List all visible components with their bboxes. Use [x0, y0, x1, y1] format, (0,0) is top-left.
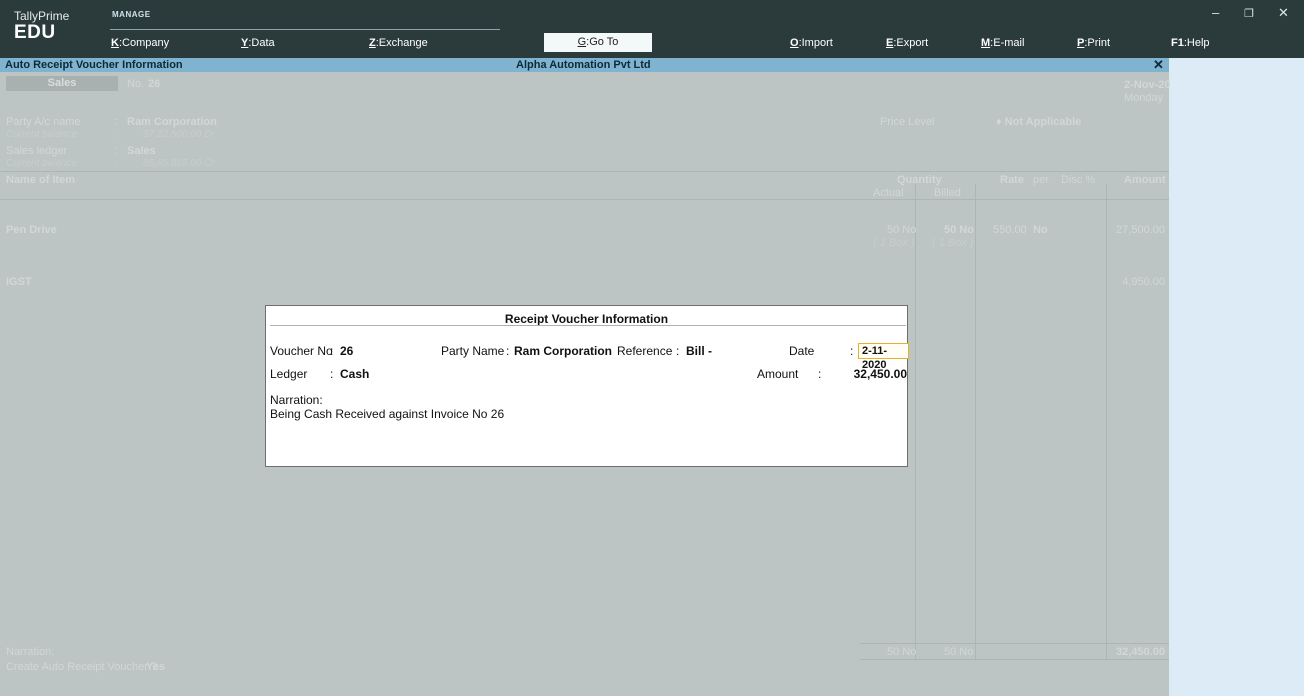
amount-field-label: Amount — [757, 367, 799, 381]
party-balance-label: Current balance — [6, 129, 78, 140]
item-billed: 50 No — [944, 224, 974, 236]
menu-goto[interactable]: G:Go To — [544, 33, 652, 52]
col-rate: Rate — [1000, 174, 1024, 186]
party-label: Party A/c name — [6, 116, 81, 128]
ledger-field-label: Ledger — [270, 367, 308, 381]
ledger-field[interactable]: Cash — [340, 367, 369, 381]
narration-field[interactable]: Being Cash Received against Invoice No 2… — [270, 407, 504, 421]
voucher-day: Monday — [1124, 92, 1164, 104]
top-bar: TallyPrime EDU MANAGE K:Company Y:Data Z… — [0, 0, 1304, 58]
date-field-label: Date — [789, 344, 815, 358]
voucher-no-field[interactable]: 26 — [340, 344, 353, 358]
col-actual: Actual — [873, 187, 904, 199]
item-name: Pen Drive — [6, 224, 57, 236]
voucher-type: Sales — [6, 76, 118, 91]
app-name: TallyPrime — [14, 9, 70, 23]
voucher-no-field-label: Voucher No — [270, 344, 333, 358]
reference-field[interactable]: Bill - — [686, 344, 712, 358]
reference-field-label: Reference — [617, 344, 673, 358]
price-level-label: Price Level — [880, 116, 935, 128]
party-name-field[interactable]: Ram Corporation — [514, 344, 612, 358]
header-top-line — [0, 171, 1169, 172]
sales-ledger-label: Sales ledger — [6, 145, 68, 157]
menu-export[interactable]: E:Export — [886, 37, 928, 49]
screen-title: Auto Receipt Voucher Information — [5, 59, 183, 71]
col-billed: Billed — [934, 187, 961, 199]
total-amount: 32,450.00 — [1116, 646, 1165, 658]
item-billed-alt: ( 1 Box ) — [932, 237, 974, 249]
col-disc: Disc % — [1061, 174, 1096, 186]
sales-balance-label: Current balance — [6, 158, 78, 169]
menu-data[interactable]: Y:Data — [241, 37, 275, 49]
sales-balance: 85,85,865.00 Cr — [143, 158, 215, 169]
col-amount: Amount — [1124, 174, 1166, 186]
tax-name: IGST — [6, 276, 32, 288]
minimize-icon[interactable]: – — [1212, 5, 1219, 20]
item-actual: 50 No — [887, 224, 917, 236]
menu-help[interactable]: F1:Help — [1171, 37, 1210, 49]
voucher-no: 26 — [148, 78, 161, 90]
party-name: Ram Corporation — [127, 116, 217, 128]
tax-amount: 4,950.00 — [1122, 276, 1165, 288]
total-actual: 50 No — [887, 646, 917, 658]
item-actual-alt: ( 1 Box ) — [873, 237, 915, 249]
header-bottom-line — [0, 199, 1169, 200]
item-rate: 550.00 — [993, 224, 1027, 236]
manage-label: MANAGE — [112, 10, 151, 19]
col-per: per — [1033, 174, 1049, 186]
sales-ledger: Sales — [127, 145, 156, 157]
restore-icon[interactable]: ❐ — [1244, 7, 1254, 20]
receipt-voucher-popup: Receipt Voucher Information Voucher No :… — [265, 305, 909, 467]
app-edition: EDU — [14, 22, 56, 43]
amount-field[interactable]: 32,450.00 — [846, 367, 907, 381]
narration-label: Narration: — [6, 646, 55, 658]
manage-divider — [110, 29, 500, 30]
item-per: No — [1033, 224, 1048, 236]
narration-field-label: Narration: — [270, 393, 323, 407]
menu-exchange[interactable]: Z:Exchange — [369, 37, 428, 49]
menu-print[interactable]: P:Print — [1077, 37, 1110, 49]
date-input[interactable]: 2-11-2020 — [858, 343, 909, 371]
title-bar: Auto Receipt Voucher Information Alpha A… — [0, 57, 1169, 73]
auto-receipt-label: Create Auto Receipt Voucher ? — [6, 661, 158, 673]
voucher-no-label: No. — [127, 78, 145, 90]
col-quantity: Quantity — [897, 174, 942, 186]
window-close-icon[interactable]: ✕ — [1278, 5, 1289, 21]
total-billed: 50 No — [944, 646, 974, 658]
item-amount: 27,500.00 — [1116, 224, 1165, 236]
menu-import[interactable]: O:Import — [790, 37, 833, 49]
col-item: Name of Item — [6, 174, 76, 186]
screen-close-icon[interactable]: ✕ — [1153, 57, 1164, 73]
menu-email[interactable]: M:E-mail — [981, 37, 1024, 49]
price-level-value: ♦ Not Applicable — [996, 116, 1082, 128]
popup-title: Receipt Voucher Information — [504, 312, 669, 326]
voucher-date: 2-Nov-20 — [1124, 79, 1171, 91]
menu-company[interactable]: K:Company — [111, 37, 169, 49]
auto-receipt-value[interactable]: Yes — [146, 661, 165, 673]
party-balance: 37,22,500.00 Dr — [143, 129, 215, 140]
button-panel — [1169, 58, 1304, 696]
party-name-field-label: Party Name — [441, 344, 505, 358]
company-name: Alpha Automation Pvt Ltd — [516, 59, 651, 71]
popup-title-divider — [270, 325, 906, 326]
